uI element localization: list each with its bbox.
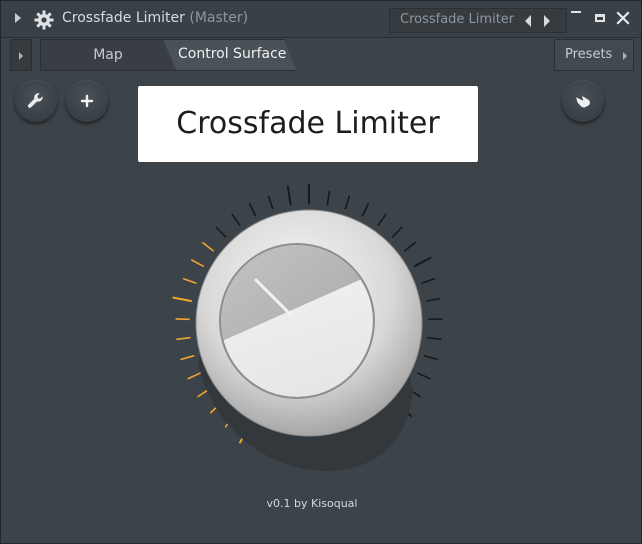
- pointer-button[interactable]: [562, 80, 604, 122]
- knob-tick: [423, 355, 438, 361]
- crossfade-knob[interactable]: [151, 171, 471, 491]
- triangle-right-icon[interactable]: [15, 13, 21, 23]
- knob-tick: [182, 278, 197, 284]
- triangle-left-icon[interactable]: [525, 15, 531, 27]
- presets-button[interactable]: Presets: [554, 39, 634, 71]
- knob-tick: [231, 213, 241, 226]
- wrench-icon: [27, 93, 43, 108]
- sidebar-toggle-button[interactable]: [10, 39, 32, 71]
- preset-name[interactable]: Crossfade Limiter: [400, 12, 514, 27]
- knob-tick: [421, 278, 436, 284]
- window-title-suffix: (Master): [189, 10, 249, 26]
- knob-tick: [176, 336, 191, 341]
- knob-tick: [404, 242, 416, 252]
- plus-icon: [80, 94, 94, 108]
- plugin-title: Crossfade Limiter: [176, 106, 440, 141]
- version-credit: v0.1 by Kisoqual: [266, 497, 358, 510]
- knob-tick: [417, 372, 431, 380]
- knob-tick: [180, 355, 195, 361]
- tab-row: Map Control Surface Presets: [10, 39, 634, 72]
- plugin-title-box: Crossfade Limiter: [138, 86, 478, 162]
- triangle-right-icon[interactable]: [544, 15, 550, 27]
- knob-tick: [377, 213, 387, 226]
- knob-tick: [187, 372, 201, 380]
- title-bar[interactable]: Crossfade Limiter (Master) Crossfade Lim…: [1, 1, 641, 38]
- window-title: Crossfade Limiter (Master): [62, 10, 248, 26]
- knob-tick: [426, 297, 441, 302]
- tab-map[interactable]: Map: [40, 39, 176, 71]
- knob-tick: [391, 226, 403, 238]
- plugin-window: Crossfade Limiter (Master) Crossfade Lim…: [0, 0, 642, 544]
- close-icon[interactable]: [615, 10, 631, 26]
- triangle-right-icon: [623, 52, 627, 60]
- knob-tick: [172, 296, 192, 302]
- presets-label: Presets: [565, 47, 613, 62]
- gear-icon[interactable]: [34, 10, 54, 30]
- knob-tick: [215, 226, 227, 238]
- knob-tick: [361, 203, 370, 217]
- triangle-right-icon: [19, 52, 23, 60]
- maximize-icon[interactable]: [595, 14, 605, 22]
- knob-tick: [202, 242, 215, 252]
- window-title-text: Crossfade Limiter: [62, 10, 185, 26]
- wrench-button[interactable]: [15, 80, 57, 122]
- preset-selector[interactable]: Crossfade Limiter: [389, 8, 567, 33]
- knob-tick: [286, 185, 292, 206]
- hand-pointer-icon: [575, 96, 590, 108]
- knob-tick: [326, 190, 331, 206]
- add-button[interactable]: [66, 80, 108, 122]
- knob-tick: [190, 259, 205, 267]
- knob-tick: [413, 256, 432, 268]
- knob-tick: [248, 203, 257, 217]
- knob-tick: [427, 336, 442, 341]
- tab-control-surface-label[interactable]: Control Surface: [178, 46, 286, 62]
- knob-tick: [267, 195, 274, 210]
- minimize-icon[interactable]: [571, 11, 581, 13]
- knob-tick: [344, 195, 351, 210]
